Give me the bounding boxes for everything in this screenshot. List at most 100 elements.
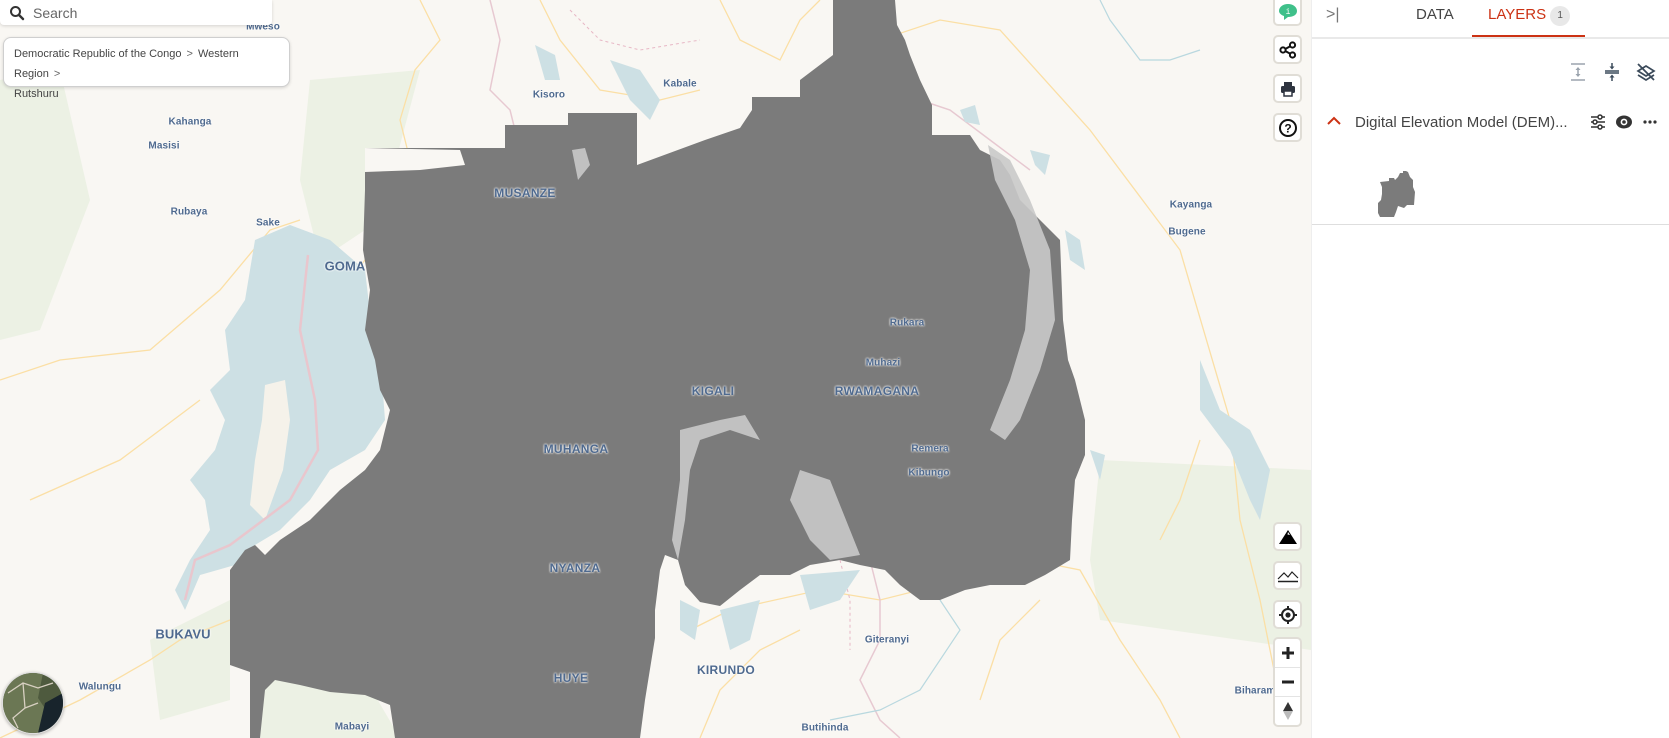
forest-area — [0, 70, 90, 340]
basemap-switcher[interactable] — [2, 672, 64, 734]
river — [1099, 0, 1201, 61]
place-label: Bugene — [1168, 226, 1206, 238]
place-label: Rukara — [889, 317, 925, 329]
place-label: Muhazi — [865, 357, 901, 369]
breadcrumb-separator: > — [186, 48, 193, 60]
place-label: RWAMAGANA — [834, 384, 920, 398]
panel-tabs: >| DATA LAYERS 1 — [1312, 0, 1669, 39]
lake-cyohoha — [800, 570, 860, 610]
elevation-profile-icon — [1277, 570, 1298, 582]
place-label: MUSANZE — [494, 186, 556, 200]
collapse-all-button[interactable] — [1600, 60, 1624, 84]
breadcrumb-separator: > — [53, 68, 61, 80]
place-label: NYANZA — [549, 561, 601, 575]
place-label: Kabale — [663, 78, 697, 90]
tab-data[interactable]: DATA — [1416, 0, 1454, 37]
search-box[interactable] — [0, 0, 272, 25]
zoom-controls — [1273, 637, 1302, 727]
help-button[interactable]: ? — [1273, 113, 1302, 142]
hide-all-layers-icon — [1636, 63, 1656, 82]
road — [29, 399, 201, 501]
chevron-up-icon — [1327, 116, 1341, 125]
svg-text:?: ? — [1284, 121, 1291, 135]
satellite-thumbnail-icon — [3, 673, 63, 733]
lake — [610, 60, 660, 120]
layer-legend-thumbnail — [1360, 150, 1430, 220]
road — [979, 599, 1041, 701]
layer-visibility-button[interactable] — [1614, 112, 1634, 132]
search-icon — [10, 5, 25, 20]
place-label: MUHANGA — [543, 442, 609, 456]
place-label: Kahanga — [168, 116, 212, 128]
more-options-icon — [1643, 120, 1657, 124]
collapse-panel-button[interactable]: >| — [1326, 6, 1340, 24]
locate-icon — [1278, 605, 1297, 624]
river — [829, 599, 961, 721]
lake — [1030, 150, 1050, 175]
share-button[interactable] — [1273, 35, 1302, 64]
minus-icon — [1281, 680, 1294, 684]
locate-button[interactable] — [1273, 600, 1302, 629]
layer-settings-button[interactable] — [1588, 112, 1608, 132]
place-label: Giteranyi — [864, 634, 910, 646]
svg-text:i: i — [1285, 8, 1290, 17]
border — [859, 559, 901, 738]
border-dashed — [569, 9, 701, 51]
map-canvas[interactable]: Mweso Kahanga Masisi Rubaya Sake GOMA Kisoro Ka… — [0, 0, 1311, 738]
place-label: Walungu — [78, 681, 122, 693]
zoom-out-button[interactable] — [1275, 668, 1300, 697]
layer-title[interactable]: Digital Elevation Model (DEM)... — [1355, 114, 1568, 131]
place-label: Mabayi — [334, 721, 370, 733]
visibility-eye-icon — [1616, 115, 1632, 129]
place-label: Kayanga — [1169, 199, 1213, 211]
settings-sliders-icon — [1591, 114, 1605, 130]
expand-all-button[interactable] — [1566, 60, 1590, 84]
breadcrumb: Democratic Republic of the Congo > Western… — [3, 37, 290, 100]
layers-count-badge: 1 — [1550, 6, 1571, 26]
divider — [1312, 224, 1669, 225]
forest-area — [150, 600, 230, 720]
dem-thumbnail — [1378, 171, 1415, 217]
layer-expand-toggle[interactable] — [1326, 114, 1342, 132]
chat-info-icon: i — [1278, 4, 1297, 20]
search-input[interactable] — [31, 3, 255, 22]
tab-layers-label: LAYERS — [1488, 6, 1547, 23]
place-label: Rubaya — [170, 206, 208, 218]
lake — [535, 45, 560, 80]
feedback-button[interactable]: i — [1273, 0, 1302, 26]
road — [719, 0, 821, 61]
layer-toolbar — [1566, 60, 1658, 84]
plus-icon — [1281, 647, 1294, 659]
side-panel: >| DATA LAYERS 1 Digital Elevation Model … — [1311, 0, 1669, 738]
terrain-button[interactable] — [1273, 522, 1302, 551]
lake — [720, 600, 760, 650]
place-label: BUKAVU — [155, 626, 211, 642]
zoom-in-button[interactable] — [1275, 639, 1300, 668]
layer-more-options-button[interactable] — [1640, 112, 1660, 132]
share-icon — [1278, 40, 1296, 59]
layer-actions — [1588, 112, 1660, 132]
elevation-profile-button[interactable] — [1273, 561, 1302, 590]
tab-layers[interactable]: LAYERS 1 — [1472, 0, 1585, 37]
print-button[interactable] — [1273, 74, 1302, 103]
place-label: KIRUNDO — [696, 663, 756, 677]
hide-all-layers-button[interactable] — [1634, 60, 1658, 84]
place-label: GOMA — [324, 258, 366, 274]
breadcrumb-item[interactable]: Democratic Republic of the Congo — [14, 48, 182, 60]
lake — [960, 105, 980, 125]
help-icon: ? — [1278, 118, 1297, 137]
place-label: Masisi — [148, 140, 180, 152]
place-label: Kibungo — [908, 467, 950, 479]
place-label: KIGALI — [691, 384, 735, 398]
place-label: HUYE — [553, 671, 589, 685]
layer-item: Digital Elevation Model (DEM)... — [1312, 110, 1669, 136]
place-label: Remera — [911, 443, 949, 455]
place-label: Biharam — [1234, 685, 1276, 697]
compass-button[interactable] — [1275, 697, 1300, 725]
lake — [1065, 230, 1085, 270]
breadcrumb-item[interactable]: Rutshuru — [14, 88, 59, 100]
compass-icon — [1282, 702, 1293, 720]
tab-data-label: DATA — [1416, 6, 1454, 23]
mountain-icon — [1278, 529, 1297, 544]
expand-all-icon — [1571, 63, 1585, 81]
